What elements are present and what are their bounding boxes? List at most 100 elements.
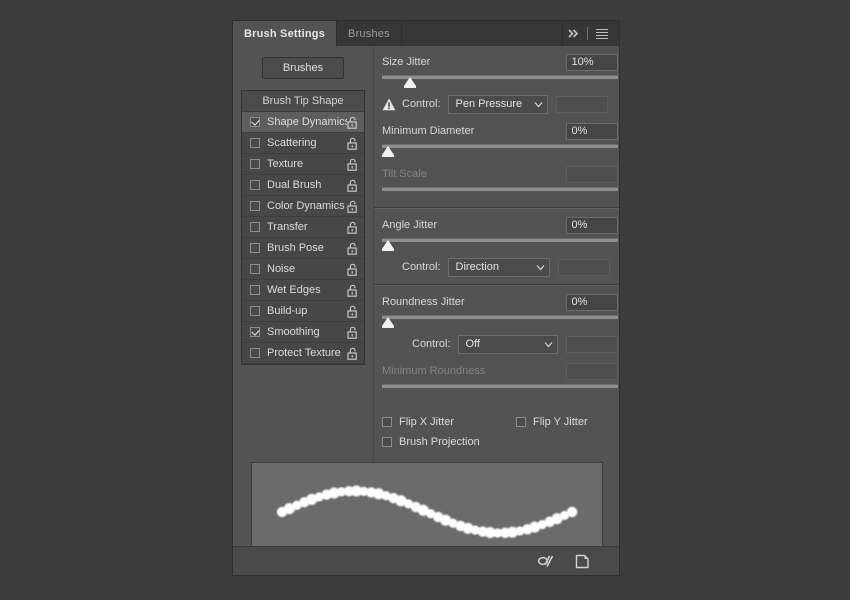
angle-jitter-slider[interactable]: [382, 237, 618, 252]
brush-option-row[interactable]: Shape Dynamics: [242, 112, 364, 133]
tab-brush-settings[interactable]: Brush Settings: [233, 21, 337, 46]
unlocked-padlock-icon[interactable]: [347, 263, 358, 276]
flip-y-jitter-option[interactable]: Flip Y Jitter: [516, 416, 588, 428]
roundness-jitter-row: Roundness Jitter 0%: [382, 291, 618, 313]
brush-option-row[interactable]: Texture: [242, 154, 364, 175]
brush-option-checkbox[interactable]: [250, 201, 260, 211]
brush-stroke-preview: [251, 462, 603, 546]
unlocked-padlock-icon[interactable]: [347, 305, 358, 318]
brush-option-label: Transfer: [267, 221, 347, 233]
roundness-jitter-label: Roundness Jitter: [382, 296, 465, 308]
size-jitter-control-value: Pen Pressure: [456, 98, 528, 110]
brush-option-label: Shape Dynamics: [267, 116, 347, 128]
minimum-diameter-slider-track: [382, 144, 618, 148]
size-jitter-slider-thumb[interactable]: [404, 77, 416, 86]
brush-option-row[interactable]: Scattering: [242, 133, 364, 154]
chevron-double-right-icon[interactable]: [563, 21, 583, 46]
angle-jitter-slider-thumb[interactable]: [382, 240, 394, 249]
size-jitter-control-label: Control:: [402, 98, 441, 110]
unlocked-padlock-icon[interactable]: [347, 221, 358, 234]
brush-option-checkbox[interactable]: [250, 327, 260, 337]
brush-option-label: Dual Brush: [267, 179, 347, 191]
brush-option-row[interactable]: Protect Texture: [242, 343, 364, 364]
size-jitter-slider[interactable]: [382, 74, 618, 89]
brush-projection-label: Brush Projection: [399, 436, 480, 448]
brush-option-label: Smoothing: [267, 326, 347, 338]
minimum-diameter-slider[interactable]: [382, 143, 618, 158]
unlocked-padlock-icon[interactable]: [347, 200, 358, 213]
brush-option-checkbox[interactable]: [250, 159, 260, 169]
tab-brushes[interactable]: Brushes: [337, 21, 402, 46]
unlocked-padlock-icon[interactable]: [347, 347, 358, 360]
panel-tab-bar: Brush Settings Brushes: [233, 21, 619, 46]
brush-option-row[interactable]: Smoothing: [242, 322, 364, 343]
brush-option-row[interactable]: Dual Brush: [242, 175, 364, 196]
brush-option-row[interactable]: Transfer: [242, 217, 364, 238]
hamburger-menu-icon[interactable]: [592, 21, 612, 46]
brush-option-row[interactable]: Color Dynamics: [242, 196, 364, 217]
roundness-jitter-slider-thumb[interactable]: [382, 317, 394, 326]
brush-option-checkbox[interactable]: [250, 348, 260, 358]
unlocked-padlock-icon[interactable]: [347, 116, 358, 129]
roundness-jitter-control-trailing-input[interactable]: [566, 336, 618, 353]
minimum-diameter-row: Minimum Diameter 0%: [382, 120, 618, 142]
unlocked-padlock-icon[interactable]: [347, 284, 358, 297]
size-jitter-row: Size Jitter 10%: [382, 51, 618, 73]
size-jitter-control-row: Control: Pen Pressure: [382, 93, 618, 115]
brush-option-row[interactable]: Noise: [242, 259, 364, 280]
brush-option-checkbox[interactable]: [250, 117, 260, 127]
brush-option-label: Protect Texture: [267, 347, 347, 359]
brush-option-row[interactable]: Wet Edges: [242, 280, 364, 301]
flip-x-jitter-checkbox[interactable]: [382, 417, 392, 427]
roundness-jitter-value-input[interactable]: 0%: [566, 294, 618, 311]
brush-projection-option[interactable]: Brush Projection: [382, 436, 480, 448]
brush-option-row[interactable]: Build-up: [242, 301, 364, 322]
size-jitter-control-trailing-input[interactable]: [556, 96, 608, 113]
brush-option-checkbox[interactable]: [250, 222, 260, 232]
section-divider-2: [374, 284, 619, 286]
brushes-button[interactable]: Brushes: [262, 57, 344, 79]
unlocked-padlock-icon[interactable]: [347, 137, 358, 150]
brush-option-checkbox[interactable]: [250, 285, 260, 295]
size-jitter-value-input[interactable]: 10%: [566, 54, 618, 71]
brush-option-row[interactable]: Brush Pose: [242, 238, 364, 259]
angle-jitter-value-input[interactable]: 0%: [566, 217, 618, 234]
unlocked-padlock-icon[interactable]: [347, 158, 358, 171]
angle-jitter-slider-track: [382, 238, 618, 242]
unlocked-padlock-icon[interactable]: [347, 179, 358, 192]
minimum-diameter-value-input[interactable]: 0%: [566, 123, 618, 140]
brush-option-label: Build-up: [267, 305, 347, 317]
flip-y-jitter-checkbox[interactable]: [516, 417, 526, 427]
flip-x-jitter-option[interactable]: Flip X Jitter: [382, 416, 454, 428]
brushes-button-container: Brushes: [233, 46, 373, 90]
toggle-brush-settings-icon[interactable]: [537, 552, 555, 570]
brush-option-checkbox[interactable]: [250, 306, 260, 316]
create-new-brush-glyph: [575, 554, 590, 569]
tab-bar-filler: [402, 21, 563, 46]
panel-body: Brushes Brush Tip Shape Shape Dynamics Sc…: [233, 46, 619, 546]
size-jitter-control-select[interactable]: Pen Pressure: [448, 95, 548, 114]
angle-jitter-control-trailing-input[interactable]: [558, 259, 610, 276]
roundness-jitter-control-select[interactable]: Off: [458, 335, 558, 354]
brush-option-checkbox[interactable]: [250, 180, 260, 190]
brush-projection-checkbox[interactable]: [382, 437, 392, 447]
brush-option-label: Brush Pose: [267, 242, 347, 254]
create-new-brush-icon[interactable]: [573, 552, 591, 570]
unlocked-padlock-icon[interactable]: [347, 242, 358, 255]
unlocked-padlock-icon[interactable]: [347, 326, 358, 339]
chevron-down-icon: [534, 100, 543, 109]
chevron-double-right-glyph: [567, 28, 580, 39]
section-divider-1: [374, 207, 619, 209]
brush-option-label: Noise: [267, 263, 347, 275]
brush-tip-shape-item[interactable]: Brush Tip Shape: [242, 91, 364, 112]
brush-option-checkbox[interactable]: [250, 138, 260, 148]
roundness-jitter-slider[interactable]: [382, 314, 618, 329]
size-jitter-slider-track: [382, 75, 618, 79]
flip-x-jitter-label: Flip X Jitter: [399, 416, 454, 428]
minimum-diameter-slider-thumb[interactable]: [382, 146, 394, 155]
brush-option-checkbox[interactable]: [250, 243, 260, 253]
minimum-roundness-row: Minimum Roundness: [382, 360, 618, 382]
roundness-jitter-section: Roundness Jitter 0% Control: Off: [374, 291, 619, 398]
brush-option-checkbox[interactable]: [250, 264, 260, 274]
angle-jitter-control-select[interactable]: Direction: [448, 258, 550, 277]
